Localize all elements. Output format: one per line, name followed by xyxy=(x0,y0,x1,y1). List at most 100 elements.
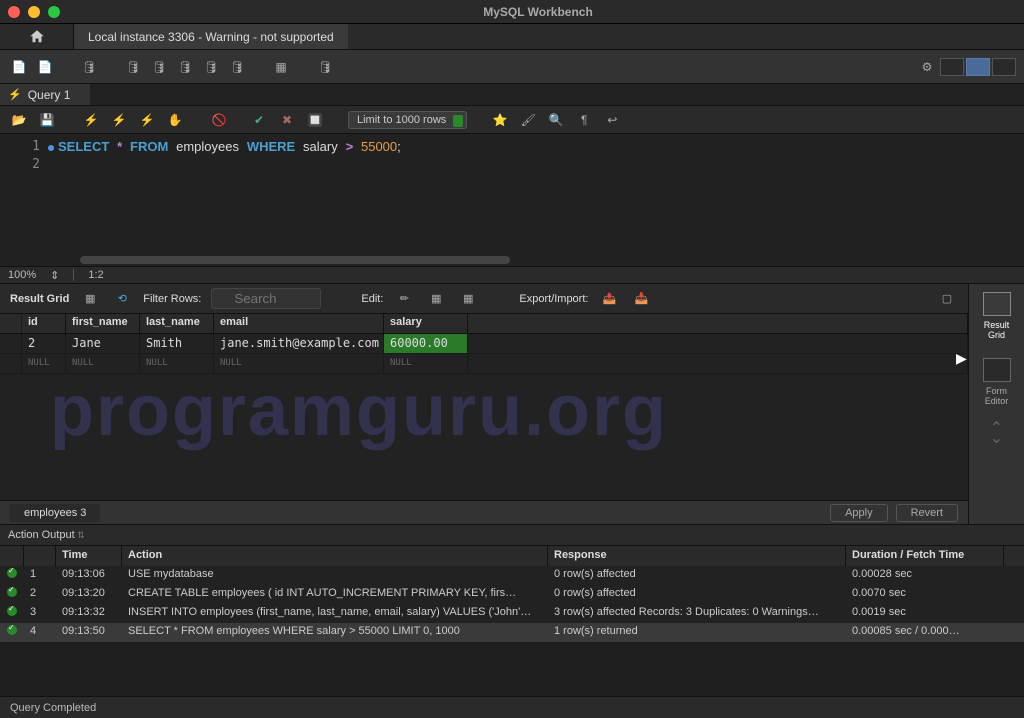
revert-button[interactable]: Revert xyxy=(896,504,958,522)
result-grid-label: Result Grid xyxy=(10,293,69,305)
sql-editor[interactable]: 1 2 SELECT * FROM employees WHERE salary… xyxy=(0,134,1024,266)
result-grid[interactable]: id first_name last_name email salary 2 J… xyxy=(0,314,968,500)
apply-button[interactable]: Apply xyxy=(830,504,888,522)
query-tab-bar: ⚡ Query 1 xyxy=(0,84,1024,106)
cell-null[interactable]: NULL xyxy=(214,354,384,373)
cell-selected[interactable]: 60000.00 xyxy=(384,334,468,353)
success-icon xyxy=(7,625,17,635)
cell-null[interactable]: NULL xyxy=(384,354,468,373)
db-icon-5[interactable]: 🛢 xyxy=(226,56,248,78)
commit-icon[interactable]: ✔ xyxy=(248,109,270,131)
col-time[interactable]: Time xyxy=(56,546,122,566)
col-duration[interactable]: Duration / Fetch Time xyxy=(846,546,1004,566)
form-icon xyxy=(983,358,1011,382)
action-output-row[interactable]: 3 09:13:32 INSERT INTO employees (first_… xyxy=(0,604,1024,623)
filter-rows-input[interactable] xyxy=(211,288,321,309)
toggle-icon-1[interactable]: 🚫 xyxy=(208,109,230,131)
db-icon-1[interactable]: 🛢 xyxy=(122,56,144,78)
dashboard-icon[interactable]: ▦ xyxy=(270,56,292,78)
edit-icon-1[interactable]: ✏ xyxy=(393,288,415,310)
cell-null[interactable]: NULL xyxy=(140,354,214,373)
panel-toggle-bottom[interactable] xyxy=(966,58,990,76)
side-result-grid[interactable]: Result Grid xyxy=(983,292,1011,340)
db-icon-4[interactable]: 🛢 xyxy=(200,56,222,78)
result-toolbar: Result Grid ▦ ⟲ Filter Rows: Edit: ✏ ▦ ▦… xyxy=(0,284,968,314)
action-output-row[interactable]: 4 09:13:50 SELECT * FROM employees WHERE… xyxy=(0,623,1024,642)
result-area: Result Grid ▦ ⟲ Filter Rows: Edit: ✏ ▦ ▦… xyxy=(0,284,968,524)
cell[interactable]: 2 xyxy=(22,334,66,353)
invisible-chars-icon[interactable]: ¶ xyxy=(573,109,595,131)
query-tab[interactable]: ⚡ Query 1 xyxy=(0,84,90,105)
db-icon-3[interactable]: 🛢 xyxy=(174,56,196,78)
save-file-icon[interactable]: 💾 xyxy=(36,109,58,131)
collapse-arrow-icon[interactable]: ▶ xyxy=(956,350,967,367)
col-header[interactable]: id xyxy=(22,314,66,333)
grid-view-icon[interactable]: ▦ xyxy=(79,288,101,310)
result-side-panel: Result Grid Form Editor ⌃⌄ xyxy=(968,284,1024,524)
star-icon[interactable]: ⭐ xyxy=(489,109,511,131)
find-icon[interactable]: 🔍 xyxy=(545,109,567,131)
home-tab[interactable] xyxy=(0,24,74,49)
stop-icon[interactable]: ✋ xyxy=(164,109,186,131)
grid-row[interactable]: 2 Jane Smith jane.smith@example.com 6000… xyxy=(0,334,968,354)
connection-tab[interactable]: Local instance 3306 - Warning - not supp… xyxy=(74,24,348,49)
execute-icon[interactable]: ⚡ xyxy=(80,109,102,131)
new-sql-tab-icon[interactable]: 📄 xyxy=(8,56,30,78)
cell-null[interactable]: NULL xyxy=(66,354,140,373)
wrap-cell-icon[interactable]: ▢ xyxy=(936,288,958,310)
wrap-icon[interactable]: ↩ xyxy=(601,109,623,131)
panel-toggle-right[interactable] xyxy=(992,58,1016,76)
execute-current-icon[interactable]: ⚡ xyxy=(108,109,130,131)
rollback-icon[interactable]: ✖ xyxy=(276,109,298,131)
side-label: Result Grid xyxy=(984,320,1010,340)
cell-null[interactable]: NULL xyxy=(22,354,66,373)
open-file-icon[interactable]: 📂 xyxy=(8,109,30,131)
col-header[interactable]: first_name xyxy=(66,314,140,333)
col-header[interactable]: last_name xyxy=(140,314,214,333)
action-output-header: Action Output xyxy=(0,524,1024,546)
edit-icon-3[interactable]: ▦ xyxy=(457,288,479,310)
col-action[interactable]: Action xyxy=(122,546,548,566)
line-number: 1 xyxy=(0,138,58,156)
cell[interactable]: Smith xyxy=(140,334,214,353)
col-response[interactable]: Response xyxy=(548,546,846,566)
limit-dropdown[interactable]: Limit to 1000 rows xyxy=(348,111,467,129)
inspector-icon[interactable]: 🛢 xyxy=(78,56,100,78)
main-toolbar: 📄 📄 🛢 🛢 🛢 🛢 🛢 🛢 ▦ 🛢 ⚙ xyxy=(0,50,1024,84)
status-text: Query Completed xyxy=(10,702,96,714)
import-icon[interactable]: 📥 xyxy=(630,288,652,310)
sql-code[interactable]: SELECT * FROM employees WHERE salary > 5… xyxy=(58,134,401,266)
grid-row-null[interactable]: NULL NULL NULL NULL NULL xyxy=(0,354,968,374)
cell[interactable]: jane.smith@example.com xyxy=(214,334,384,353)
chevron-up-down-icon: ⌃⌄ xyxy=(990,424,1003,444)
autocommit-icon[interactable]: 🔲 xyxy=(304,109,326,131)
beautify-icon[interactable]: 🖌 xyxy=(517,109,539,131)
col-header[interactable]: salary xyxy=(384,314,468,333)
action-output-row[interactable]: 2 09:13:20 CREATE TABLE employees ( id I… xyxy=(0,585,1024,604)
close-window-button[interactable] xyxy=(8,6,20,18)
zoom-bar: 100% ⇕ 1:2 xyxy=(0,266,1024,284)
settings-icon[interactable]: ⚙ xyxy=(916,56,938,78)
action-output-dropdown[interactable]: Action Output xyxy=(8,529,85,541)
result-tab[interactable]: employees 3 xyxy=(10,504,100,522)
reconnect-icon[interactable]: 🛢 xyxy=(314,56,336,78)
db-icon-2[interactable]: 🛢 xyxy=(148,56,170,78)
panel-toggle-left[interactable] xyxy=(940,58,964,76)
cursor-position: 1:2 xyxy=(88,269,103,281)
col-header[interactable]: email xyxy=(214,314,384,333)
edit-icon-2[interactable]: ▦ xyxy=(425,288,447,310)
edit-label: Edit: xyxy=(361,293,383,305)
horizontal-scrollbar[interactable] xyxy=(80,256,510,264)
side-form-editor[interactable]: Form Editor xyxy=(983,358,1011,406)
refresh-icon[interactable]: ⟲ xyxy=(111,288,133,310)
action-output-row[interactable]: 1 09:13:06 USE mydatabase 0 row(s) affec… xyxy=(0,566,1024,585)
side-nav[interactable]: ⌃⌄ xyxy=(990,424,1003,444)
window-controls xyxy=(8,6,60,18)
explain-icon[interactable]: ⚡ xyxy=(136,109,158,131)
zoom-handle-icon[interactable]: ⇕ xyxy=(50,269,59,282)
export-icon[interactable]: 📤 xyxy=(598,288,620,310)
new-script-icon[interactable]: 📄 xyxy=(34,56,56,78)
minimize-window-button[interactable] xyxy=(28,6,40,18)
cell[interactable]: Jane xyxy=(66,334,140,353)
zoom-window-button[interactable] xyxy=(48,6,60,18)
